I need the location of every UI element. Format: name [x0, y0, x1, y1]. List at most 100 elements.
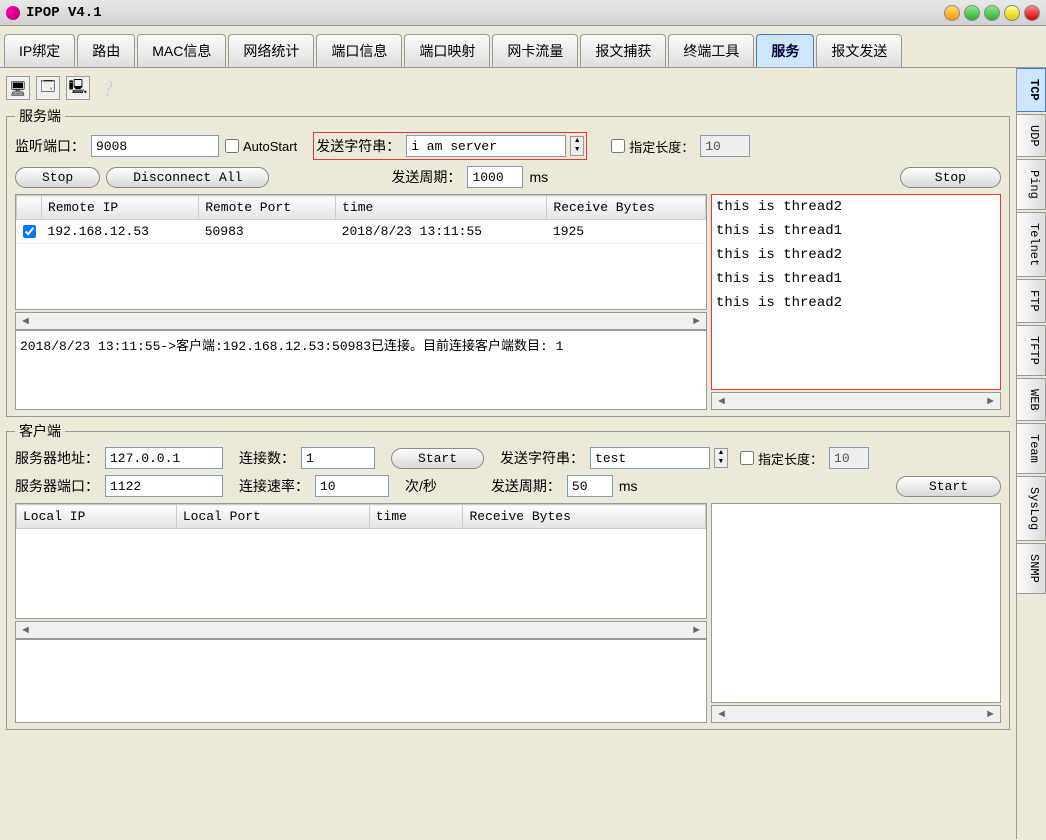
window-btn-1[interactable] — [944, 5, 960, 21]
table-row[interactable]: 192.168.12.53509832018/8/23 13:11:551925 — [17, 220, 706, 244]
client-fixed-len-input — [829, 447, 869, 469]
client-start-button[interactable]: Start — [391, 448, 484, 469]
tab-报文捕获[interactable]: 报文捕获 — [580, 34, 666, 67]
side-tab-FTP[interactable]: FTP — [1017, 279, 1046, 323]
server-addr-input[interactable] — [105, 447, 223, 469]
side-tab-Ping[interactable]: Ping — [1017, 159, 1046, 210]
tab-网络统计[interactable]: 网络统计 — [228, 34, 314, 67]
tab-终端工具[interactable]: 终端工具 — [668, 34, 754, 67]
server-col-2[interactable]: time — [336, 196, 547, 220]
maximize-button[interactable] — [1004, 5, 1020, 21]
client-send-str-spinner[interactable]: ▲▼ — [714, 448, 728, 468]
server-stop-button[interactable]: Stop — [15, 167, 100, 188]
tab-IP绑定[interactable]: IP绑定 — [4, 34, 75, 67]
client-fixed-len-checkbox-input[interactable] — [740, 451, 754, 465]
server-send-period-label: 发送周期： — [391, 167, 461, 187]
tool-icon-1[interactable]: 🖥 — [6, 76, 30, 100]
client-col-3[interactable]: Receive Bytes — [463, 505, 706, 529]
row-checkbox[interactable] — [23, 225, 36, 238]
toolbar: 🖥 🗔 🖳 ❔ — [6, 74, 1010, 106]
window-btn-2[interactable] — [964, 5, 980, 21]
autostart-checkbox-input[interactable] — [225, 139, 239, 153]
disconnect-all-button[interactable]: Disconnect All — [106, 167, 269, 188]
client-start2-button[interactable]: Start — [896, 476, 1001, 497]
tab-网卡流量[interactable]: 网卡流量 — [492, 34, 578, 67]
side-tab-WEB[interactable]: WEB — [1017, 378, 1046, 422]
listen-port-input[interactable] — [91, 135, 219, 157]
window-title: IPOP V4.1 — [26, 5, 102, 21]
server-log[interactable]: 2018/8/23 13:11:55->客户端:192.168.12.53:50… — [15, 330, 707, 410]
server-port-input[interactable] — [105, 475, 223, 497]
server-send-str-input[interactable] — [406, 135, 566, 157]
side-tab-Team[interactable]: Team — [1017, 423, 1046, 474]
server-fixed-len-label: 指定长度： — [629, 137, 694, 156]
recv-line: this is thread2 — [716, 295, 996, 311]
server-send-str-spinner[interactable]: ▲▼ — [570, 136, 584, 156]
side-tab-UDP[interactable]: UDP — [1017, 114, 1046, 158]
recv-line: this is thread2 — [716, 199, 996, 215]
client-legend: 客户端 — [15, 421, 65, 441]
conn-count-input[interactable] — [301, 447, 375, 469]
tab-端口信息[interactable]: 端口信息 — [316, 34, 402, 67]
listen-port-label: 监听端口： — [15, 136, 85, 156]
main-tabs: IP绑定路由MAC信息网络统计端口信息端口映射网卡流量报文捕获终端工具服务报文发… — [0, 26, 1046, 67]
minimize-button[interactable] — [984, 5, 1000, 21]
conn-rate-unit: 次/秒 — [405, 476, 437, 496]
server-addr-label: 服务器地址： — [15, 448, 99, 468]
client-send-str-input[interactable] — [590, 447, 710, 469]
server-conn-table[interactable]: Remote IPRemote PorttimeReceive Bytes 19… — [15, 194, 707, 310]
client-send-period-unit: ms — [619, 478, 638, 494]
server-legend: 服务端 — [15, 106, 65, 126]
tool-icon-3[interactable]: 🖳 — [66, 76, 90, 100]
recv-line: this is thread1 — [716, 271, 996, 287]
recv-line: this is thread1 — [716, 223, 996, 239]
client-col-1[interactable]: Local Port — [176, 505, 369, 529]
autostart-label: AutoStart — [243, 139, 297, 154]
client-table-scrollbar[interactable]: ◄► — [15, 621, 707, 639]
client-col-0[interactable]: Local IP — [17, 505, 177, 529]
server-fixed-len-checkbox-input[interactable] — [611, 139, 625, 153]
server-stop2-button[interactable]: Stop — [900, 167, 1001, 188]
server-fieldset: 服务端 监听端口： AutoStart 发送字符串： ▲▼ 指定长度： — [6, 106, 1010, 417]
client-conn-table[interactable]: Local IPLocal PorttimeReceive Bytes — [15, 503, 707, 619]
conn-rate-input[interactable] — [315, 475, 389, 497]
side-tab-SysLog[interactable]: SysLog — [1017, 476, 1046, 541]
client-fixed-len-label: 指定长度： — [758, 449, 823, 468]
server-send-period-input[interactable] — [467, 166, 523, 188]
client-fixed-len-checkbox[interactable]: 指定长度： — [740, 449, 823, 468]
client-recv-box[interactable] — [711, 503, 1001, 703]
client-log[interactable] — [15, 639, 707, 723]
server-fixed-len-checkbox[interactable]: 指定长度： — [611, 137, 694, 156]
autostart-checkbox[interactable]: AutoStart — [225, 139, 297, 154]
close-button[interactable] — [1024, 5, 1040, 21]
client-col-2[interactable]: time — [369, 505, 463, 529]
client-fieldset: 客户端 服务器地址： 连接数： Start 发送字符串： ▲▼ 指定长度： 服务… — [6, 421, 1010, 730]
app-icon — [6, 6, 20, 20]
server-table-scrollbar[interactable]: ◄► — [15, 312, 707, 330]
server-col-3[interactable]: Receive Bytes — [547, 196, 706, 220]
help-icon[interactable]: ❔ — [96, 76, 120, 100]
tab-MAC信息[interactable]: MAC信息 — [137, 34, 226, 67]
tab-报文发送[interactable]: 报文发送 — [816, 34, 902, 67]
server-col-1[interactable]: Remote Port — [199, 196, 336, 220]
client-recv-scrollbar[interactable]: ◄► — [711, 705, 1001, 723]
side-tab-SNMP[interactable]: SNMP — [1017, 543, 1046, 594]
server-send-str-label: 发送字符串： — [316, 136, 400, 156]
tab-路由[interactable]: 路由 — [77, 34, 135, 67]
server-send-period-unit: ms — [529, 169, 548, 185]
server-col-0[interactable]: Remote IP — [42, 196, 199, 220]
conn-rate-label: 连接速率： — [239, 476, 309, 496]
side-tab-TCP[interactable]: TCP — [1017, 68, 1046, 112]
side-tab-Telnet[interactable]: Telnet — [1017, 212, 1046, 277]
client-send-period-input[interactable] — [567, 475, 613, 497]
side-tab-TFTP[interactable]: TFTP — [1017, 325, 1046, 376]
server-recv-scrollbar[interactable]: ◄► — [711, 392, 1001, 410]
server-recv-box[interactable]: this is thread2 this is thread1 this is th… — [711, 194, 1001, 390]
tool-icon-2[interactable]: 🗔 — [36, 76, 60, 100]
recv-line: this is thread2 — [716, 247, 996, 263]
titlebar: IPOP V4.1 — [0, 0, 1046, 26]
tab-端口映射[interactable]: 端口映射 — [404, 34, 490, 67]
tab-服务[interactable]: 服务 — [756, 34, 814, 67]
conn-count-label: 连接数： — [239, 448, 295, 468]
client-send-str-label: 发送字符串： — [500, 448, 584, 468]
